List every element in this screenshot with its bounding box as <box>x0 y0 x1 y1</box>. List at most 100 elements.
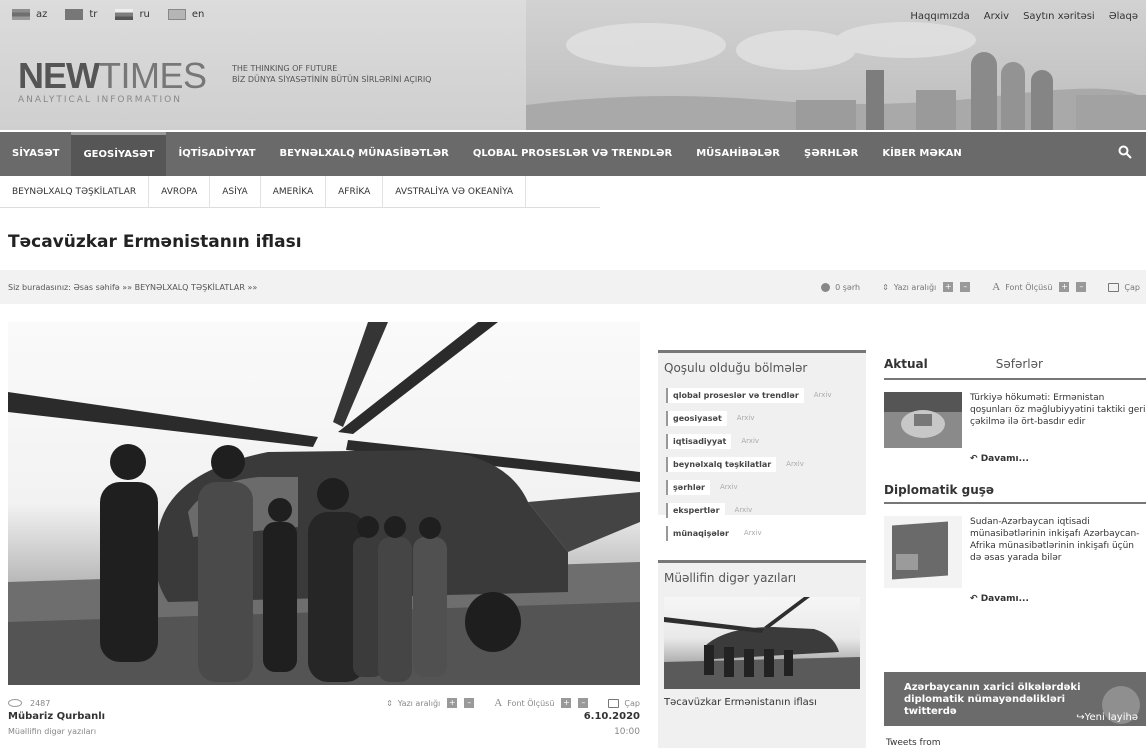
post-thumbnail[interactable] <box>664 597 860 689</box>
nav-item-qlobal-prosesler[interactable]: QLOBAL PROSESLƏR VƏ TRENDLƏR <box>461 132 684 176</box>
helicopter-thumbnail <box>664 597 860 689</box>
read-more-link[interactable]: ↶ Davamı... <box>970 454 1146 464</box>
site-logo[interactable]: NEWTIMES ANALYTICAL INFORMATION <box>18 55 207 105</box>
archive-link[interactable]: Arxiv <box>744 529 762 537</box>
news-text: Türkiyə hökuməti: Ermənistan qoşunları ö… <box>970 393 1146 427</box>
breadcrumb-sep: »» <box>122 282 133 292</box>
archive-link[interactable]: Arxiv <box>984 11 1009 22</box>
nav-item-iqtisadiyyat[interactable]: İQTİSADİYYAT <box>166 132 267 176</box>
breadcrumb-home[interactable]: Əsas səhifə <box>74 283 120 292</box>
tab-aktual[interactable]: Aktual <box>884 357 928 371</box>
section-tag[interactable]: qlobal proseslər və trendlər <box>666 387 804 403</box>
list-item: iqtisadiyyat Arxiv <box>666 431 858 451</box>
print-label: Çap <box>624 698 640 708</box>
nav-item-siyaset[interactable]: SİYASƏT <box>0 132 71 176</box>
archive-link[interactable]: Arxiv <box>735 506 753 514</box>
section-tag[interactable]: şərhlər <box>666 479 710 495</box>
archive-link[interactable]: Arxiv <box>720 483 738 491</box>
sidebar-tabs: Aktual Səfərlər <box>884 350 1146 380</box>
sitemap-link[interactable]: Saytın xəritəsi <box>1023 11 1095 22</box>
read-more-link[interactable]: ↶ Davamı... <box>970 594 1146 604</box>
news-thumbnail <box>884 392 962 448</box>
nav-item-geosiyaset[interactable]: GEOSİYASƏT <box>71 132 167 176</box>
lang-en[interactable]: en <box>167 9 204 20</box>
subnav-item-asiya[interactable]: ASİYA <box>210 175 261 208</box>
read-more-label: Davamı... <box>980 454 1029 464</box>
ru-flag-icon <box>115 9 134 20</box>
line-spacing-control-bottom: ⇕ Yazı aralığı + – <box>386 698 475 708</box>
comments-count[interactable]: 0 şərh <box>821 282 860 292</box>
nav-item-beynelxalq-munasibetler[interactable]: BEYNƏLXALQ MÜNASİBƏTLƏR <box>268 132 461 176</box>
line-spacing-decrease-button[interactable]: – <box>464 698 475 708</box>
author-other-posts-link[interactable]: Müəllifin digər yazıları <box>8 727 96 736</box>
tr-flag-icon <box>65 9 84 20</box>
line-spacing-control: ⇕ Yazı aralığı + – <box>882 282 971 292</box>
section-tag[interactable]: beynəlxalq təşkilatlar <box>666 456 777 472</box>
news-item[interactable]: Sudan-Azərbaycan iqtisadi münasibətlərin… <box>884 516 1146 588</box>
section-tag[interactable]: geosiyasət <box>666 410 727 426</box>
comment-icon <box>821 282 831 292</box>
list-item: münaqişələr Arxiv <box>666 523 858 543</box>
subnav-item-beynelxalq-teskilatlar[interactable]: BEYNƏLXALQ TƏŞKİLATLAR <box>0 175 150 208</box>
lang-ru-label: ru <box>139 9 150 20</box>
print-button[interactable]: Çap <box>1108 282 1140 292</box>
eye-icon <box>8 699 22 707</box>
subnav-item-avropa[interactable]: AVROPA <box>149 175 211 208</box>
list-item: geosiyasət Arxiv <box>666 408 858 428</box>
font-size-decrease-button[interactable]: – <box>578 698 589 708</box>
lang-ru[interactable]: ru <box>115 9 150 20</box>
print-button-bottom[interactable]: Çap <box>608 698 640 708</box>
new-project-link[interactable]: ↪Yeni layihə <box>884 712 1146 723</box>
printer-icon <box>608 698 620 708</box>
archive-link[interactable]: Arxiv <box>737 414 755 422</box>
page: az tr ru en Haqqımızda Arxiv Saytın xəri… <box>0 0 1146 750</box>
contact-link[interactable]: Əlaqə <box>1109 11 1138 22</box>
about-link[interactable]: Haqqımızda <box>910 11 969 22</box>
lang-az[interactable]: az <box>12 9 47 20</box>
font-size-increase-button[interactable]: + <box>1059 282 1070 292</box>
line-spacing-increase-button[interactable]: + <box>447 698 458 708</box>
subnav-item-amerika[interactable]: AMERİKA <box>261 175 327 208</box>
section-tag[interactable]: ekspertlər <box>666 502 725 518</box>
font-size-increase-button[interactable]: + <box>561 698 572 708</box>
font-size-label: Font Ölçüsü <box>507 698 555 708</box>
news-text: Sudan-Azərbaycan iqtisadi münasibətlərin… <box>970 517 1140 563</box>
tagline-line1: THE THINKING OF FUTURE <box>232 64 338 73</box>
section-tag[interactable]: iqtisadiyyat <box>666 433 732 449</box>
nav-item-kiber-mekan[interactable]: KİBER MƏKAN <box>870 132 973 176</box>
logo-new: NEW <box>18 55 100 96</box>
printer-icon <box>1108 282 1120 292</box>
lang-tr[interactable]: tr <box>65 9 97 20</box>
section-tag-list: qlobal proseslər və trendlər Arxiv geosiy… <box>658 381 866 550</box>
search-icon[interactable] <box>1118 145 1132 163</box>
list-item: qlobal proseslər və trendlər Arxiv <box>666 385 858 405</box>
line-spacing-increase-button[interactable]: + <box>943 282 954 292</box>
breadcrumb-bar: Siz buradasınız: Əsas səhifə »» BEYNƏLXA… <box>0 270 1146 304</box>
read-more-label: Davamı... <box>980 594 1029 604</box>
article-date: 6.10.2020 <box>583 711 640 722</box>
font-size-decrease-button[interactable]: – <box>1076 282 1087 292</box>
line-spacing-decrease-button[interactable]: – <box>960 282 971 292</box>
archive-link[interactable]: Arxiv <box>741 437 759 445</box>
article-time: 10:00 <box>614 727 640 737</box>
tagline: THE THINKING OF FUTURE BİZ DÜNYA SİYASƏT… <box>232 63 431 85</box>
author-name[interactable]: Mübariz Qurbanlı <box>8 711 105 722</box>
subnav-item-avstraliya[interactable]: AVSTRALİYA VƏ OKEANİYA <box>383 175 527 208</box>
diplomatic-section-title: Diplomatik guşə <box>884 478 1146 504</box>
list-item: şərhlər Arxiv <box>666 477 858 497</box>
nav-item-musahibeler[interactable]: MÜSAHİBƏLƏR <box>684 132 792 176</box>
breadcrumb-category[interactable]: BEYNƏLXALQ TƏŞKİLATLAR <box>135 283 245 292</box>
font-icon: A <box>992 281 1001 293</box>
post-caption[interactable]: Təcavüzkar Ermənistanın iflası <box>658 695 866 710</box>
az-flag-icon <box>12 9 30 20</box>
archive-link[interactable]: Arxiv <box>814 391 832 399</box>
tab-seferler[interactable]: Səfərlər <box>996 357 1043 371</box>
section-tag[interactable]: münaqişələr <box>666 525 734 541</box>
archive-link[interactable]: Arxiv <box>786 460 804 468</box>
subnav-item-afrika[interactable]: AFRİKA <box>326 175 384 208</box>
sections-box: Qoşulu olduğu bölmələr qlobal proseslər … <box>658 350 866 541</box>
author-posts-box: Müəllifin digər yazıları Təcavüzkar Ermə… <box>658 560 866 748</box>
nav-item-serhler[interactable]: ŞƏRHLƏR <box>792 132 870 176</box>
main-nav: SİYASƏT GEOSİYASƏT İQTİSADİYYAT BEYNƏLXA… <box>0 132 1146 176</box>
news-item[interactable]: Türkiyə hökuməti: Ermənistan qoşunları ö… <box>884 392 1146 448</box>
